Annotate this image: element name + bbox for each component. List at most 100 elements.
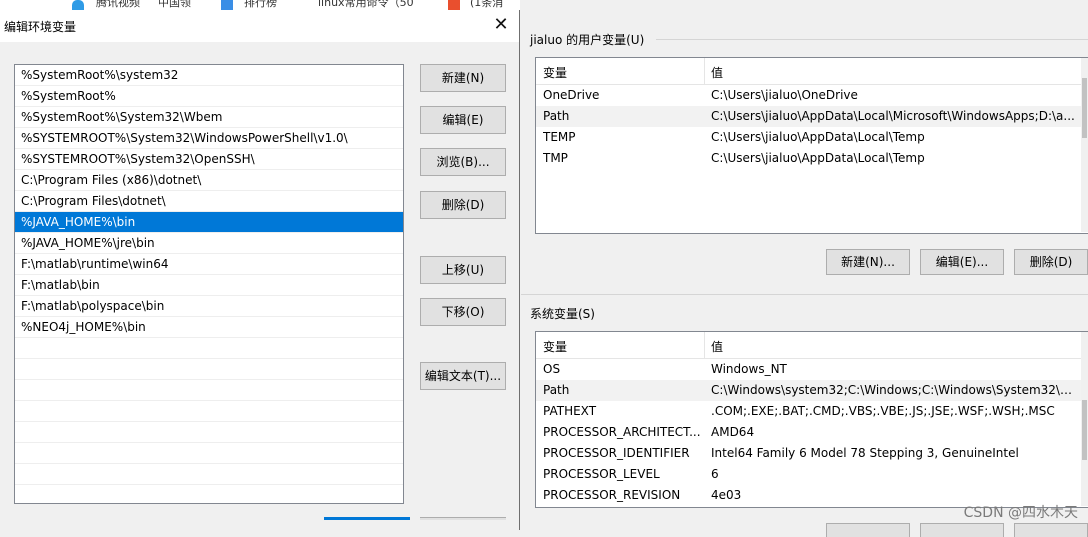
variable-row[interactable]: OneDrive C:\Users\jialuo\OneDrive: [536, 85, 1088, 106]
system-delete-button-partial[interactable]: [1014, 523, 1088, 537]
scrollbar-thumb[interactable]: [1082, 78, 1087, 138]
system-variables-group-label: 系统变量(S): [530, 307, 595, 321]
user-edit-button[interactable]: 编辑(E)...: [920, 249, 1004, 275]
new-entry-button[interactable]: 新建(N): [420, 64, 506, 92]
empty-list-row: [15, 401, 403, 422]
path-entry[interactable]: %SystemRoot%\System32\Wbem: [15, 107, 403, 128]
edit-text-button[interactable]: 编辑文本(T)...: [420, 362, 506, 390]
edit-entry-button[interactable]: 编辑(E): [420, 106, 506, 134]
variable-row[interactable]: OS Windows_NT: [536, 359, 1088, 380]
video-icon: [72, 0, 84, 10]
empty-list-row: [15, 359, 403, 380]
variable-row[interactable]: PROCESSOR_ARCHITECT... AMD64: [536, 422, 1088, 443]
user-variables-list[interactable]: 变量 值 OneDrive C:\Users\jialuo\OneDrive Pat…: [535, 57, 1088, 234]
move-up-button[interactable]: 上移(U): [420, 256, 506, 284]
system-variables-list[interactable]: 变量 值 OS Windows_NT Path C:\Windows\system32…: [535, 331, 1088, 508]
delete-entry-button[interactable]: 删除(D): [420, 191, 506, 219]
empty-list-row: [15, 443, 403, 464]
move-down-button[interactable]: 下移(O): [420, 298, 506, 326]
variable-name: PATHEXT: [543, 404, 597, 418]
path-entry[interactable]: C:\Program Files\dotnet\: [15, 191, 403, 212]
path-entry[interactable]: %SYSTEMROOT%\System32\OpenSSH\: [15, 149, 403, 170]
variable-value: C:\Users\jialuo\OneDrive: [711, 88, 858, 102]
variable-value: AMD64: [711, 425, 755, 439]
empty-list-row: [15, 338, 403, 359]
column-header-variable[interactable]: 变量: [543, 338, 567, 355]
empty-list-row: [15, 422, 403, 443]
user-variables-group-label: jialuo 的用户变量(U): [530, 33, 645, 47]
variable-name: PROCESSOR_REVISION: [543, 488, 681, 502]
variable-value: C:\Windows\system32;C:\Windows;C:\Window…: [711, 383, 1081, 397]
play-icon: [221, 0, 233, 10]
csdn-icon: [448, 0, 460, 10]
path-entry[interactable]: C:\Program Files (x86)\dotnet\: [15, 170, 403, 191]
user-delete-button[interactable]: 删除(D): [1014, 249, 1088, 275]
variable-value: C:\Users\jialuo\AppData\Local\Microsoft\…: [711, 109, 1075, 123]
bookmark-item: 排行榜: [244, 0, 277, 9]
variable-value: Windows_NT: [711, 362, 787, 376]
path-entry[interactable]: %SYSTEMROOT%\System32\WindowsPowerShell\…: [15, 128, 403, 149]
variable-row[interactable]: Path C:\Users\jialuo\AppData\Local\Micros…: [536, 106, 1088, 127]
close-icon[interactable]: ✕: [489, 14, 513, 38]
path-entry[interactable]: %NEO4j_HOME%\bin: [15, 317, 403, 338]
path-entry[interactable]: F:\matlab\runtime\win64: [15, 254, 403, 275]
variable-value: .COM;.EXE;.BAT;.CMD;.VBS;.VBE;.JS;.JSE;.…: [711, 404, 1055, 418]
dialog-title: 编辑环境变量: [4, 20, 77, 34]
variable-row[interactable]: PATHEXT .COM;.EXE;.BAT;.CMD;.VBS;.VBE;.JS…: [536, 401, 1088, 422]
edit-environment-variable-dialog: 编辑环境变量 ✕ %SystemRoot%\system32 %SystemRoo…: [0, 10, 520, 530]
path-entry[interactable]: F:\matlab\polyspace\bin: [15, 296, 403, 317]
variable-row[interactable]: Path C:\Windows\system32;C:\Windows;C:\Wi…: [536, 380, 1088, 401]
variable-value: C:\Users\jialuo\AppData\Local\Temp: [711, 130, 925, 144]
variable-name: OS: [543, 362, 561, 376]
ok-button-partial[interactable]: [324, 517, 410, 520]
user-new-button[interactable]: 新建(N)...: [826, 249, 910, 275]
variable-name: Path: [543, 109, 570, 123]
path-entry[interactable]: %SystemRoot%\system32: [15, 65, 403, 86]
variable-row[interactable]: PROCESSOR_IDENTIFIER Intel64 Family 6 Mod…: [536, 443, 1088, 464]
environment-variables-window: jialuo 的用户变量(U) 变量 值 OneDrive C:\Users\ji…: [521, 10, 1088, 537]
column-separator[interactable]: [704, 58, 705, 84]
watermark: CSDN @四水木天: [963, 505, 1078, 521]
group-divider: [656, 39, 1088, 40]
variable-name: PROCESSOR_IDENTIFIER: [543, 446, 690, 460]
column-header-value[interactable]: 值: [711, 338, 723, 355]
variable-name: PROCESSOR_ARCHITECT...: [543, 425, 701, 439]
user-variables-header: 变量 值: [536, 58, 1088, 85]
system-variables-header: 变量 值: [536, 332, 1088, 359]
section-divider: [521, 294, 1088, 295]
column-separator[interactable]: [704, 332, 705, 358]
variable-value: Intel64 Family 6 Model 78 Stepping 3, Ge…: [711, 446, 1019, 460]
bookmark-item: (1条消: [470, 0, 504, 9]
bookmark-item: 腾讯视频: [96, 0, 140, 9]
scrollbar-thumb[interactable]: [1082, 400, 1087, 460]
empty-list-row: [15, 464, 403, 485]
system-new-button-partial[interactable]: [826, 523, 910, 537]
cancel-button-partial[interactable]: [420, 517, 506, 520]
path-entry[interactable]: %SystemRoot%: [15, 86, 403, 107]
path-entry[interactable]: %JAVA_HOME%\bin: [15, 212, 403, 233]
variable-row[interactable]: TMP C:\Users\jialuo\AppData\Local\Temp: [536, 148, 1088, 169]
column-header-value[interactable]: 值: [711, 64, 723, 81]
background-bookmarks-bar: 腾讯视频 中国领 排行榜 linux常用命令（50 (1条消: [0, 0, 520, 10]
path-entries-list[interactable]: %SystemRoot%\system32 %SystemRoot% %System…: [14, 64, 404, 504]
variable-name: TMP: [543, 151, 568, 165]
variable-name: OneDrive: [543, 88, 600, 102]
browse-button[interactable]: 浏览(B)...: [420, 148, 506, 176]
empty-list-row: [15, 380, 403, 401]
bookmark-item: linux常用命令（50: [318, 0, 414, 9]
path-entry[interactable]: %JAVA_HOME%\jre\bin: [15, 233, 403, 254]
empty-list-row: [15, 485, 403, 503]
variable-row[interactable]: PROCESSOR_LEVEL 6: [536, 464, 1088, 485]
user-list-scrollbar[interactable]: [1081, 58, 1088, 232]
variable-name: TEMP: [543, 130, 576, 144]
variable-name: Path: [543, 383, 570, 397]
column-header-variable[interactable]: 变量: [543, 64, 567, 81]
dialog-titlebar[interactable]: 编辑环境变量 ✕: [0, 10, 519, 42]
variable-value: 6: [711, 467, 719, 481]
variable-value: C:\Users\jialuo\AppData\Local\Temp: [711, 151, 925, 165]
variable-name: PROCESSOR_LEVEL: [543, 467, 660, 481]
system-edit-button-partial[interactable]: [920, 523, 1004, 537]
path-entry[interactable]: F:\matlab\bin: [15, 275, 403, 296]
system-list-scrollbar[interactable]: [1081, 332, 1088, 506]
variable-row[interactable]: TEMP C:\Users\jialuo\AppData\Local\Temp: [536, 127, 1088, 148]
